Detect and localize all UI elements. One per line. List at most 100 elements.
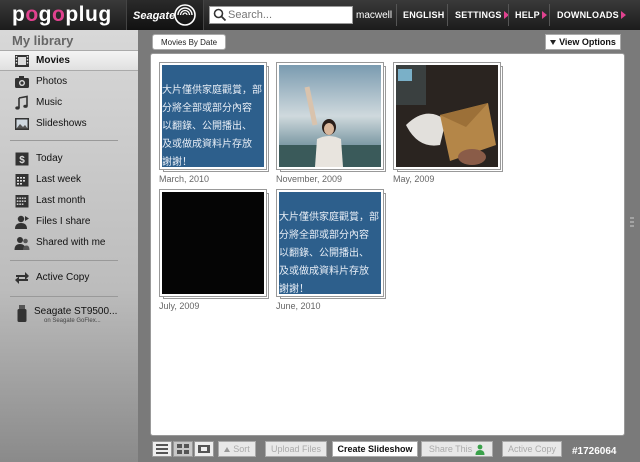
- sidebar-item-label: Files I share: [36, 216, 91, 227]
- swap-arrows-icon: [15, 271, 29, 284]
- nav-separator: [396, 4, 397, 26]
- sidebar-item-label: Shared with me: [36, 237, 106, 248]
- sidebar-item-label: Last month: [36, 195, 86, 206]
- nav-help[interactable]: HELP: [515, 10, 547, 20]
- thumbnail-blue-text: 大片僅供家庭觀賞，部 分將全部或部分內容 以翻錄、公開播出、 及或做成資料片存放…: [279, 192, 381, 294]
- sidebar-item-label: Last week: [36, 174, 82, 185]
- thumb-text-line: 分將全部或部分內容: [279, 230, 369, 241]
- thumbnail-frame: 大片僅供家庭觀賞，部 分將全部或部分內容 以翻錄、公開播出、 及或做成資料片存放…: [159, 62, 267, 170]
- thumb-text-line: 謝謝！: [162, 157, 192, 167]
- top-bar: pogoplug Seagate macwell ENGLISH SETTING…: [0, 0, 640, 30]
- thumbnail-blue-text: 大片僅供家庭觀賞，部 分將全部或部分內容 以翻錄、公開播出、 及或做成資料片存放…: [162, 65, 264, 167]
- usb-drive-icon[interactable]: [17, 305, 27, 323]
- share-user-icon: [475, 444, 485, 455]
- calendar-month-icon: [15, 194, 29, 207]
- library-title: My library: [12, 33, 74, 48]
- arrow-right-icon: [541, 11, 547, 19]
- nav-downloads[interactable]: DOWNLOADS: [557, 10, 626, 20]
- sidebar-item-movies[interactable]: Movies: [0, 50, 138, 71]
- sidebar-item-label: Slideshows: [36, 118, 87, 129]
- list-view-icon: [156, 444, 168, 454]
- active-copy-button[interactable]: Active Copy: [502, 441, 562, 457]
- thumb-text-line: 及或做成資料片存放: [279, 266, 369, 277]
- pogoplug-logo[interactable]: pogoplug: [12, 3, 112, 27]
- thumbnail-frame: [276, 62, 384, 170]
- film-icon: [15, 54, 29, 67]
- calendar-today-icon: $: [15, 152, 29, 166]
- thumb-text-line: 謝謝！: [279, 284, 309, 294]
- thumb-text-line: 大片僅供家庭觀賞，部: [279, 212, 379, 223]
- sidebar-item-shared-with-me[interactable]: Shared with me: [0, 232, 138, 253]
- seagate-label: Seagate: [133, 10, 176, 22]
- album-tile[interactable]: [393, 62, 505, 174]
- album-tile[interactable]: [159, 189, 271, 301]
- search-input[interactable]: [228, 9, 348, 21]
- nav-settings-label: SETTINGS: [455, 10, 502, 20]
- album-label[interactable]: March, 2010: [159, 174, 209, 184]
- sidebar-divider: [10, 260, 118, 261]
- sidebar-item-slideshows[interactable]: Slideshows: [0, 113, 138, 134]
- username[interactable]: macwell: [356, 10, 392, 21]
- view-options-label: View Options: [559, 37, 616, 47]
- thumb-text-line: 以翻錄、公開播出、: [162, 121, 252, 132]
- nav-downloads-label: DOWNLOADS: [557, 10, 619, 20]
- sort-mode-pill[interactable]: Movies By Date: [152, 34, 227, 50]
- sort-label: Sort: [233, 444, 250, 454]
- search-box[interactable]: [209, 6, 353, 24]
- album-label[interactable]: July, 2009: [159, 301, 199, 311]
- album-label[interactable]: June, 2010: [276, 301, 321, 311]
- upload-files-button[interactable]: Upload Files: [265, 441, 327, 457]
- device-name[interactable]: Seagate ST9500...: [34, 306, 117, 317]
- sidebar-item-label: Today: [36, 153, 63, 164]
- thumb-text-line: 以翻錄、公開播出、: [279, 248, 369, 259]
- view-options-button[interactable]: View Options: [545, 34, 621, 50]
- grid-view-icon: [177, 444, 189, 454]
- thumbnail-photo-envelope: [396, 65, 498, 167]
- create-slideshow-button[interactable]: Create Slideshow: [332, 441, 418, 457]
- thumb-text-line: 及或做成資料片存放: [162, 139, 252, 150]
- sidebar-item-label: Movies: [36, 55, 70, 66]
- sidebar-item-files-i-share[interactable]: Files I share: [0, 211, 138, 232]
- filmstrip-view-button[interactable]: [194, 441, 214, 457]
- music-note-icon: [15, 95, 28, 110]
- nav-help-label: HELP: [515, 10, 540, 20]
- album-tile[interactable]: [276, 62, 388, 174]
- sidebar-item-last-week[interactable]: Last week: [0, 169, 138, 190]
- sidebar-item-today[interactable]: $ Today: [0, 148, 138, 169]
- calendar-week-icon: [15, 173, 29, 186]
- album-tile[interactable]: 大片僅供家庭觀賞，部 分將全部或部分內容 以翻錄、公開播出、 及或做成資料片存放…: [276, 189, 388, 301]
- chevron-down-icon: [550, 39, 557, 45]
- thumbnail-black: [162, 192, 264, 294]
- sidebar-item-label: Music: [36, 97, 63, 108]
- nav-separator: [447, 4, 448, 26]
- camera-icon: [15, 75, 29, 88]
- album-tile[interactable]: 大片僅供家庭觀賞，部 分將全部或部分內容 以翻錄、公開播出、 及或做成資料片存放…: [159, 62, 271, 174]
- sort-button[interactable]: Sort: [218, 441, 256, 457]
- panel-resize-handle[interactable]: [628, 215, 636, 229]
- sidebar-item-label: Active Copy: [36, 272, 90, 283]
- album-label[interactable]: May, 2009: [393, 174, 434, 184]
- sidebar-item-last-month[interactable]: Last month: [0, 190, 138, 211]
- sidebar-item-music[interactable]: Music: [0, 92, 138, 113]
- list-view-button[interactable]: [152, 441, 172, 457]
- thumbnail-frame: [159, 189, 267, 297]
- nav-english[interactable]: ENGLISH: [403, 10, 444, 20]
- grid-view-button[interactable]: [173, 441, 193, 457]
- sidebar-item-photos[interactable]: Photos: [0, 71, 138, 92]
- sort-up-icon: [224, 446, 231, 452]
- user-share-icon: [15, 215, 29, 229]
- sidebar-divider: [10, 296, 118, 297]
- nav-settings[interactable]: SETTINGS: [455, 10, 509, 20]
- svg-text:$: $: [19, 155, 25, 166]
- thumbnail-frame: 大片僅供家庭觀賞，部 分將全部或部分內容 以翻錄、公開播出、 及或做成資料片存放…: [276, 189, 384, 297]
- sidebar-item-label: Photos: [36, 76, 68, 87]
- seagate-swirl-icon: [174, 4, 196, 26]
- nav-separator: [549, 4, 550, 26]
- thumbnail-frame: [393, 62, 501, 170]
- thumb-text-line: 分將全部或部分內容: [162, 103, 252, 114]
- search-icon: [213, 8, 227, 22]
- album-label[interactable]: November, 2009: [276, 174, 342, 184]
- sidebar-item-active-copy[interactable]: Active Copy: [0, 267, 138, 288]
- share-this-button[interactable]: Share This: [421, 441, 493, 457]
- thumb-text-line: 大片僅供家庭觀賞，部: [162, 85, 262, 96]
